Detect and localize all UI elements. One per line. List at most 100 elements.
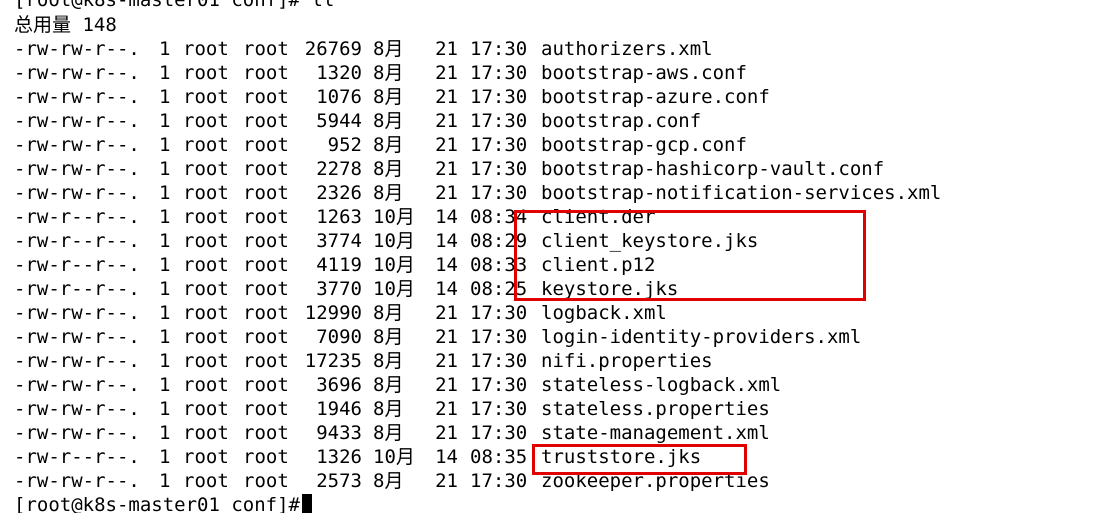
file-owner: root	[183, 302, 229, 324]
file-month: 8月	[373, 470, 404, 492]
file-owner: root	[183, 398, 229, 420]
file-row: -rw-rw-r--. 1 root root 2573 8月 21 17:30 zookeep…	[14, 469, 1094, 493]
file-group: root	[243, 158, 289, 180]
file-size: 5944	[316, 110, 362, 132]
file-group: root	[243, 62, 289, 84]
file-name: bootstrap-notification-services.xml	[541, 182, 942, 204]
file-perm: -rw-rw-r--.	[14, 326, 140, 348]
file-owner: root	[183, 470, 229, 492]
file-links: 1	[159, 206, 171, 228]
directory-total-line: 总用量 148	[14, 14, 117, 36]
file-row: -rw-rw-r--. 1 root root 1320 8月 21 17:30 bootstr…	[14, 61, 1094, 85]
file-name: zookeeper.properties	[541, 470, 770, 492]
file-time: 17:30	[470, 110, 528, 132]
file-time: 17:30	[470, 182, 528, 204]
file-month: 10月	[373, 446, 415, 468]
file-time: 08:33	[470, 254, 528, 276]
file-perm: -rw-r--r--.	[14, 230, 140, 252]
terminal-cursor	[301, 494, 312, 513]
file-month: 8月	[373, 326, 404, 348]
file-row: -rw-rw-r--. 1 root root 3696 8月 21 17:30 statele…	[14, 373, 1094, 397]
file-row: -rw-rw-r--. 1 root root 1076 8月 21 17:30 bootstr…	[14, 85, 1094, 109]
file-row: -rw-rw-r--. 1 root root 2278 8月 21 17:30 bootstr…	[14, 157, 1094, 181]
file-owner: root	[183, 182, 229, 204]
file-day: 21	[435, 422, 458, 444]
file-owner: root	[183, 86, 229, 108]
file-month: 8月	[373, 134, 404, 156]
file-links: 1	[159, 182, 171, 204]
file-row: -rw-rw-r--. 1 root root 952 8月 21 17:30 bootstra…	[14, 133, 1094, 157]
file-time: 17:30	[470, 86, 528, 108]
file-group: root	[243, 374, 289, 396]
file-month: 8月	[373, 422, 404, 444]
file-time: 17:30	[470, 470, 528, 492]
terminal-window[interactable]: [root@k8s-master01 conf]# ll 总用量 148 -rw…	[0, 0, 1111, 513]
file-links: 1	[159, 350, 171, 372]
file-owner: root	[183, 422, 229, 444]
file-perm: -rw-r--r--.	[14, 446, 140, 468]
shell-prompt-current[interactable]: [root@k8s-master01 conf]#	[14, 493, 312, 513]
file-links: 1	[159, 374, 171, 396]
file-row: -rw-r--r--. 1 root root 1326 10月 14 08:35 trusts…	[14, 445, 1094, 469]
file-group: root	[243, 350, 289, 372]
file-links: 1	[159, 134, 171, 156]
file-name: truststore.jks	[541, 446, 702, 468]
file-row: -rw-rw-r--. 1 root root 5944 8月 21 17:30 bootstr…	[14, 109, 1094, 133]
file-day: 21	[435, 374, 458, 396]
file-time: 08:25	[470, 278, 528, 300]
file-size: 2573	[316, 470, 362, 492]
file-perm: -rw-r--r--.	[14, 254, 140, 276]
file-links: 1	[159, 86, 171, 108]
file-group: root	[243, 254, 289, 276]
file-day: 21	[435, 326, 458, 348]
file-size: 7090	[316, 326, 362, 348]
file-name: client.p12	[541, 254, 656, 276]
file-group: root	[243, 38, 289, 60]
file-size: 3696	[316, 374, 362, 396]
file-size: 1263	[316, 206, 362, 228]
file-row: -rw-rw-r--. 1 root root 12990 8月 21 17:30 logbac…	[14, 301, 1094, 325]
file-group: root	[243, 302, 289, 324]
file-time: 17:30	[470, 158, 528, 180]
file-name: bootstrap-hashicorp-vault.conf	[541, 158, 885, 180]
file-month: 8月	[373, 38, 404, 60]
file-day: 21	[435, 38, 458, 60]
file-perm: -rw-rw-r--.	[14, 86, 140, 108]
file-links: 1	[159, 278, 171, 300]
file-day: 14	[435, 446, 458, 468]
file-group: root	[243, 398, 289, 420]
file-owner: root	[183, 158, 229, 180]
file-perm: -rw-rw-r--.	[14, 470, 140, 492]
file-group: root	[243, 326, 289, 348]
file-owner: root	[183, 278, 229, 300]
file-name: keystore.jks	[541, 278, 679, 300]
file-day: 21	[435, 62, 458, 84]
file-month: 8月	[373, 350, 404, 372]
file-links: 1	[159, 446, 171, 468]
file-row: -rw-r--r--. 1 root root 4119 10月 14 08:33 client…	[14, 253, 1094, 277]
file-day: 14	[435, 278, 458, 300]
file-day: 21	[435, 110, 458, 132]
file-perm: -rw-rw-r--.	[14, 398, 140, 420]
file-month: 8月	[373, 62, 404, 84]
file-row: -rw-rw-r--. 1 root root 17235 8月 21 17:30 nifi.p…	[14, 349, 1094, 373]
file-size: 12990	[304, 302, 362, 324]
file-time: 17:30	[470, 398, 528, 420]
file-name: bootstrap-aws.conf	[541, 62, 747, 84]
file-perm: -rw-rw-r--.	[14, 134, 140, 156]
file-month: 8月	[373, 302, 404, 324]
file-links: 1	[159, 62, 171, 84]
file-name: stateless-logback.xml	[541, 374, 782, 396]
file-name: bootstrap-azure.conf	[541, 86, 770, 108]
file-row: -rw-r--r--. 1 root root 3770 10月 14 08:25 keysto…	[14, 277, 1094, 301]
file-size: 1076	[316, 86, 362, 108]
file-size: 1320	[316, 62, 362, 84]
file-size: 1326	[316, 446, 362, 468]
file-perm: -rw-rw-r--.	[14, 182, 140, 204]
file-size: 1946	[316, 398, 362, 420]
file-owner: root	[183, 206, 229, 228]
file-links: 1	[159, 422, 171, 444]
file-name: logback.xml	[541, 302, 667, 324]
file-row: -rw-rw-r--. 1 root root 1946 8月 21 17:30 statele…	[14, 397, 1094, 421]
file-day: 21	[435, 182, 458, 204]
